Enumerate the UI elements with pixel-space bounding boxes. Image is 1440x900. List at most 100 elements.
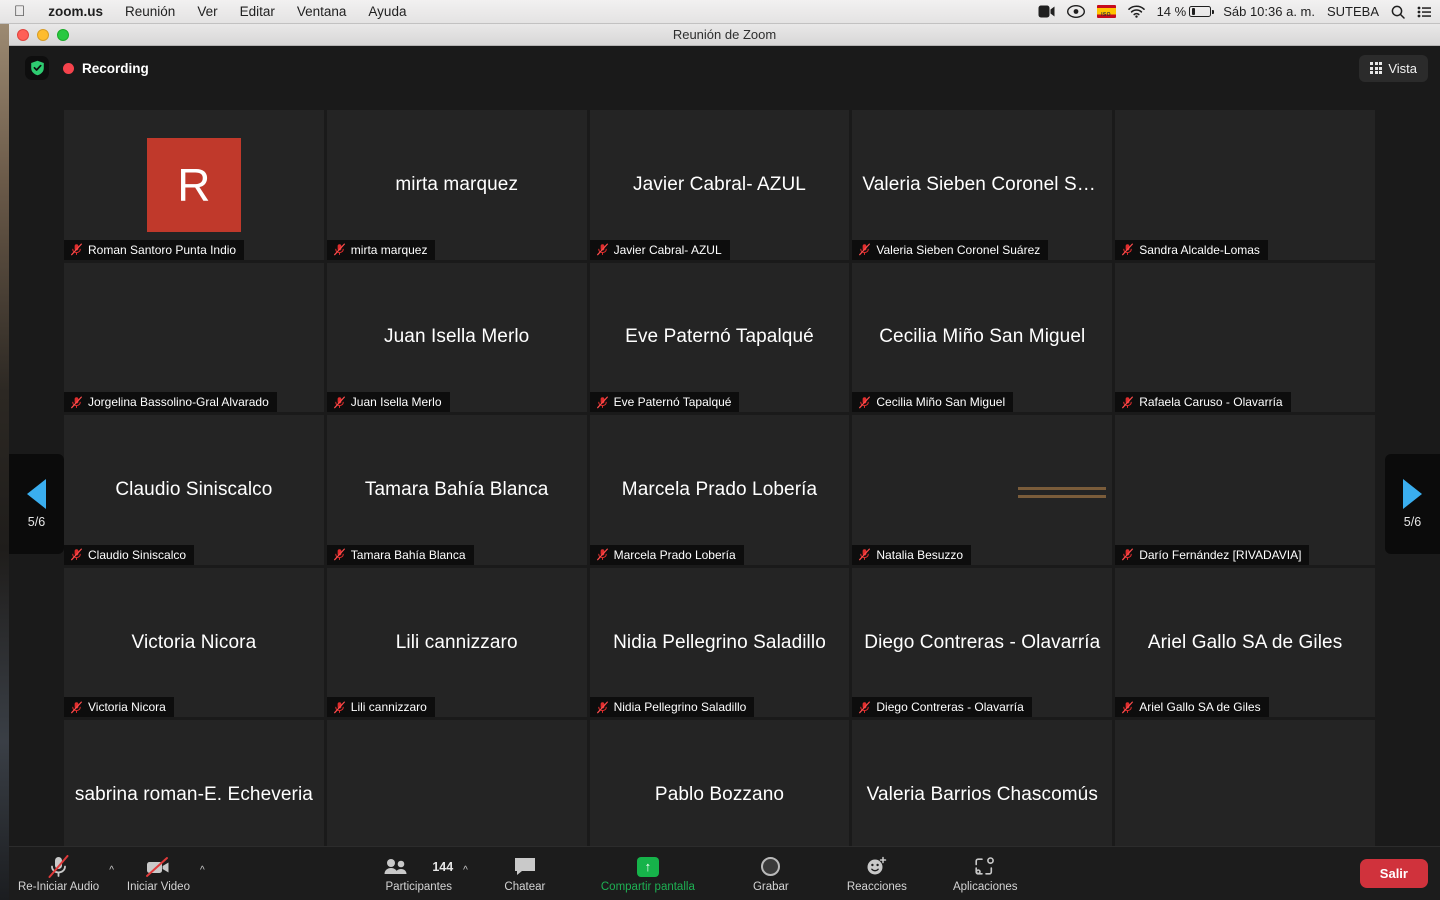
muted-microphone-icon [333,396,346,409]
camera-muted-icon [144,856,172,878]
participant-tile[interactable]: Ariel Gallo SA de GilesAriel Gallo SA de… [1115,568,1375,718]
muted-microphone-icon [1121,396,1134,409]
participant-tile[interactable]: Valeria Sieben Coronel Su... Valeria Sieb… [852,110,1112,260]
participant-name-badge: Darío Fernández [RIVADAVIA] [1115,545,1309,565]
keyboard-flag-icon[interactable]: ISO [1097,5,1116,18]
participant-name: Sandra Alcalde-Lomas [1139,243,1260,257]
menu-item-ver[interactable]: Ver [186,0,228,24]
participant-gallery: RRoman Santoro Punta Indiomirta marquezm… [64,110,1375,870]
zoom-meeting-window: Reunión de Zoom Recording Vista RRoman S… [9,24,1440,900]
participant-name-badge: Claudio Siniscalco [64,545,194,565]
muted-microphone-icon [858,396,871,409]
participant-name: Javier Cabral- AZUL [614,243,722,257]
participant-name: Victoria Nicora [88,700,166,714]
participant-name: Rafaela Caruso - Olavarría [1139,395,1282,409]
control-center-icon[interactable] [1417,6,1431,18]
participant-tile[interactable]: Jorgelina Bassolino-Gral Alvarado [64,263,324,413]
screen-recording-icon[interactable] [1038,5,1055,18]
next-page-button[interactable]: 5/6 [1385,454,1440,554]
participant-tile[interactable]: Diego Contreras - OlavarríaDiego Contrer… [852,568,1112,718]
reactions-button[interactable]: Reacciones [838,852,916,896]
participant-name-badge: Lili cannizzaro [327,697,435,717]
participant-tile[interactable]: Rafaela Caruso - Olavarría [1115,263,1375,413]
menu-item-ventana[interactable]: Ventana [286,0,358,24]
apps-label: Aplicaciones [953,881,1018,893]
battery-indicator[interactable]: 14 % [1157,4,1212,19]
participant-display-name: Cecilia Miño San Miguel [869,326,1095,348]
participant-tile[interactable]: Juan Isella MerloJuan Isella Merlo [327,263,587,413]
start-video-button[interactable]: Iniciar Video [118,852,199,896]
apple-logo-icon[interactable]:  [0,4,37,19]
participant-display-name: Lili cannizzaro [386,632,528,654]
participant-tile[interactable]: Lili cannizzaro Lili cannizzaro [327,568,587,718]
user-name[interactable]: SUTEBA [1327,4,1379,19]
share-screen-button[interactable]: ↑ Compartir pantalla [592,852,704,896]
participant-display-name: sabrina roman-E. Echeveria [65,784,323,806]
apps-icon [973,856,997,878]
participant-tile[interactable]: Natalia Besuzzo [852,415,1112,565]
recording-indicator[interactable]: Recording [63,61,149,76]
chat-button[interactable]: Chatear [494,852,556,896]
record-button[interactable]: Grabar [740,852,802,896]
menu-app-name[interactable]: zoom.us [37,0,114,24]
share-label: Compartir pantalla [601,881,695,893]
participant-tile[interactable]: Claudio SiniscalcoClaudio Siniscalco [64,415,324,565]
participant-tile[interactable]: Marcela Prado LoberíaMarcela Prado Lober… [590,415,850,565]
menu-item-editar[interactable]: Editar [229,0,286,24]
participant-name: Marcela Prado Lobería [614,548,736,562]
participant-name-badge: mirta marquez [327,240,436,260]
participant-name-badge: Javier Cabral- AZUL [590,240,730,260]
participant-tile[interactable]: Eve Paternó TapalquéEve Paternó Tapalqué [590,263,850,413]
participant-name-badge: Jorgelina Bassolino-Gral Alvarado [64,392,277,412]
menu-item-reunion[interactable]: Reunión [114,0,186,24]
leave-meeting-button[interactable]: Salir [1360,859,1428,888]
participant-name-badge: Valeria Sieben Coronel Suárez [852,240,1048,260]
menu-item-ayuda[interactable]: Ayuda [357,0,417,24]
participants-options-chevron-up-icon[interactable]: ^ [462,865,472,892]
toolbar-center-group: 144 Participantes ^ Chatear ↑ Compartir … [375,852,1026,896]
participant-tile[interactable]: mirta marquezmirta marquez [327,110,587,260]
microphone-muted-icon [46,856,72,878]
participant-name: mirta marquez [351,243,428,257]
window-title: Reunión de Zoom [9,27,1440,42]
participant-name: Darío Fernández [RIVADAVIA] [1139,548,1301,562]
muted-microphone-icon [333,243,346,256]
video-options-chevron-up-icon[interactable]: ^ [199,865,209,892]
participants-button[interactable]: 144 Participantes [375,852,462,896]
participant-tile[interactable]: RRoman Santoro Punta Indio [64,110,324,260]
muted-microphone-icon [333,548,346,561]
macos-menubar:  zoom.us Reunión Ver Editar Ventana Ayu… [0,0,1440,24]
participant-tile[interactable]: Victoria NicoraVictoria Nicora [64,568,324,718]
muted-microphone-icon [1121,243,1134,256]
wifi-icon[interactable] [1128,5,1145,18]
participant-display-name: Valeria Sieben Coronel Su... [852,174,1112,196]
participant-tile[interactable]: Cecilia Miño San Miguel Cecilia Miño San … [852,263,1112,413]
participant-tile[interactable]: Darío Fernández [RIVADAVIA] [1115,415,1375,565]
audio-controls: Re-Iniciar Audio ^ Iniciar Video ^ [9,852,209,896]
participant-tile[interactable]: Nidia Pellegrino SaladilloNidia Pellegri… [590,568,850,718]
search-icon[interactable] [1391,5,1405,19]
participant-display-name: Juan Isella Merlo [374,326,539,348]
participant-name: Claudio Siniscalco [88,548,186,562]
participants-label: Participantes [386,881,452,893]
participant-name-badge: Marcela Prado Lobería [590,545,744,565]
encryption-shield-icon[interactable] [25,56,49,80]
battery-percent: 14 % [1157,4,1187,19]
participant-name-badge: Tamara Bahía Blanca [327,545,474,565]
participant-name: Cecilia Miño San Miguel [876,395,1005,409]
recording-label: Recording [82,61,149,76]
clock[interactable]: Sáb 10:36 a. m. [1223,4,1315,19]
participant-name: Nidia Pellegrino Saladillo [614,700,747,714]
creative-cloud-icon[interactable] [1067,5,1085,18]
participant-name-badge: Rafaela Caruso - Olavarría [1115,392,1290,412]
participant-tile[interactable]: Javier Cabral- AZULJavier Cabral- AZUL [590,110,850,260]
participant-tile[interactable]: Tamara Bahía BlancaTamara Bahía Blanca [327,415,587,565]
previous-page-button[interactable]: 5/6 [9,454,64,554]
unmute-audio-button[interactable]: Re-Iniciar Audio [9,852,108,896]
muted-microphone-icon [70,548,83,561]
participants-count: 144 [432,860,453,874]
view-button[interactable]: Vista [1359,55,1428,82]
participant-tile[interactable]: Sandra Alcalde-Lomas [1115,110,1375,260]
audio-options-chevron-up-icon[interactable]: ^ [108,865,118,892]
apps-button[interactable]: Aplicaciones [944,852,1027,896]
